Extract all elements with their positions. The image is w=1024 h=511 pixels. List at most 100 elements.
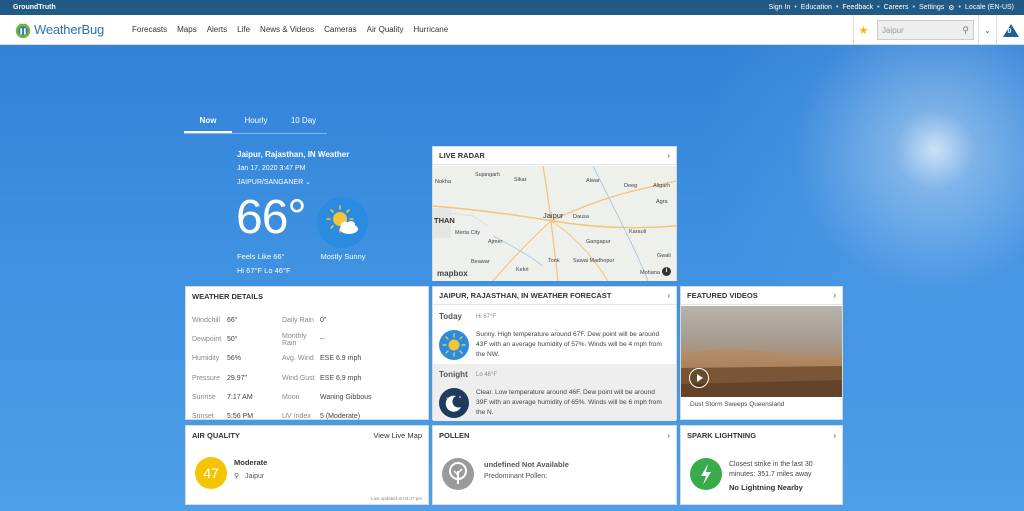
detail-row: Humidity 56% Avg. Wind ESE 6.9 mph: [192, 355, 362, 363]
location-dropdown-chevron-icon[interactable]: ⌄: [978, 15, 996, 45]
card-header: SPARK LIGHTNING ›: [681, 426, 842, 444]
sunny-icon: [439, 330, 469, 360]
mostly-sunny-icon: [317, 197, 368, 248]
sign-in-link[interactable]: Sign In: [769, 4, 791, 11]
live-radar-card[interactable]: LIVE RADAR › Nokha Sujangarh Sikar Alwar…: [432, 146, 677, 281]
alert-triangle-icon: 0: [1002, 23, 1019, 37]
locale-link[interactable]: Locale (EN-US): [965, 4, 1014, 11]
location-pin-icon: ⚲: [234, 473, 240, 480]
radar-map[interactable]: Nokha Sujangarh Sikar Alwar Deeg Aligarh…: [433, 166, 676, 281]
chevron-right-icon[interactable]: ›: [833, 291, 836, 300]
station-selector[interactable]: JAIPUR/SANGANER ⌄: [237, 178, 349, 186]
view-live-map-link[interactable]: View Live Map: [373, 431, 422, 440]
card-header: POLLEN ›: [433, 426, 676, 444]
weather-details-card: WEATHER DETAILS Windchill 66° Daily Rain 0…: [185, 286, 429, 420]
nav-life[interactable]: Life: [237, 25, 250, 34]
forecast-period-today: Today Hi 67°F Sunny. High temperature ar…: [439, 312, 662, 360]
feedback-link[interactable]: Feedback: [842, 4, 873, 11]
nav-cameras[interactable]: Cameras: [324, 25, 356, 34]
info-icon[interactable]: i: [662, 267, 671, 276]
gear-icon[interactable]: ⚙: [948, 4, 954, 12]
video-caption[interactable]: Dust Storm Sweeps Queensland: [690, 401, 784, 408]
card-header: AIR QUALITY View Live Map: [186, 426, 428, 444]
card-header: JAIPUR, RAJASTHAN, IN WEATHER FORECAST ›: [433, 287, 676, 305]
card-title: POLLEN: [439, 430, 470, 440]
nav-maps[interactable]: Maps: [177, 25, 197, 34]
top-strip: GroundTruth Sign In • Education • Feedba…: [0, 0, 1024, 15]
nav-air-quality[interactable]: Air Quality: [367, 25, 404, 34]
current-temperature: 66°: [236, 191, 307, 244]
nav-news-videos[interactable]: News & Videos: [260, 25, 314, 34]
top-links: Sign In • Education • Feedback • Careers…: [768, 4, 1014, 12]
feels-like: Feels Like 66°: [237, 252, 285, 261]
favorite-star-icon[interactable]: ★: [853, 15, 873, 45]
card-title: WEATHER DETAILS: [192, 291, 263, 301]
detail-row: Sunrise 7:17 AM Moon Waning Gibbous: [192, 393, 372, 401]
video-thumbnail[interactable]: [681, 306, 842, 397]
lightning-bolt-icon: [690, 458, 722, 490]
main-nav: WeatherBug Forecasts Maps Alerts Life Ne…: [0, 15, 1024, 45]
featured-videos-card[interactable]: FEATURED VIDEOS › Dust Storm Sweeps Quee…: [680, 286, 843, 420]
clear-night-moon-icon: [439, 388, 469, 418]
observation-datetime: Jan 17, 2020 3:47 PM: [237, 165, 306, 172]
weather-details-grid: Windchill 66° Daily Rain 0" Dewpoint 50° Mo…: [192, 311, 422, 426]
tab-now[interactable]: Now: [184, 116, 232, 133]
careers-link[interactable]: Careers: [884, 4, 909, 11]
last-updated: Last updated at 03:47 pm: [370, 496, 422, 501]
alerts-count: 0: [1007, 27, 1012, 35]
mapbox-logo[interactable]: mapbox: [437, 269, 468, 278]
detail-row: Sunset 5:56 PM UV Index 5 (Moderate): [192, 413, 361, 421]
forecast-tabs: Now Hourly 10 Day: [184, 116, 327, 134]
nav-right: ★ ⚲ ⌄ 0: [853, 15, 1024, 45]
weatherbug-logo[interactable]: WeatherBug: [14, 21, 126, 39]
pollen-status: undefined Not Available: [484, 460, 569, 469]
chevron-right-icon[interactable]: ›: [667, 291, 670, 300]
alerts-button[interactable]: 0: [996, 15, 1024, 45]
detail-row: Dewpoint 50° Monthly Rain --: [192, 332, 325, 347]
settings-link[interactable]: Settings: [919, 4, 944, 11]
card-title: FEATURED VIDEOS: [687, 291, 758, 300]
card-header: LIVE RADAR ›: [433, 147, 676, 165]
predominant-pollen: Predominant Pollen:: [484, 473, 548, 480]
chevron-down-icon: ⌄: [305, 179, 311, 186]
groundtruth-brand[interactable]: GroundTruth: [13, 4, 56, 11]
search-icon[interactable]: ⚲: [962, 25, 969, 36]
forecast-period-tonight: Tonight Lo 46°F Clear. Low temperature a…: [433, 364, 676, 421]
pollen-card[interactable]: POLLEN › undefined Not Available Predomi…: [432, 425, 677, 505]
current-conditions: Jaipur, Rajasthan, IN Weather Jan 17, 20…: [236, 150, 350, 275]
closest-strike: Closest strike in the last 30 minutes: 3…: [729, 461, 813, 478]
nav-forecasts[interactable]: Forecasts: [132, 25, 167, 34]
card-title: JAIPUR, RAJASTHAN, IN WEATHER FORECAST: [439, 291, 612, 300]
tab-10-day[interactable]: 10 Day: [280, 116, 327, 133]
nav-hurricane[interactable]: Hurricane: [414, 25, 449, 34]
condition-label: Mostly Sunny: [320, 252, 366, 261]
air-quality-card[interactable]: AIR QUALITY View Live Map 47 Moderate ⚲ …: [185, 425, 429, 505]
detail-row: Windchill 66° Daily Rain 0": [192, 317, 327, 325]
play-icon[interactable]: [689, 368, 709, 388]
hi-lo: Hi 67°F Lo 46°F: [237, 266, 291, 275]
card-header: WEATHER DETAILS: [186, 287, 428, 305]
nav-alerts[interactable]: Alerts: [207, 25, 227, 34]
spark-lightning-card[interactable]: SPARK LIGHTNING › Closest strike in the …: [680, 425, 843, 505]
search-input[interactable]: [882, 25, 952, 35]
nav-items: Forecasts Maps Alerts Life News & Videos…: [132, 25, 458, 34]
location-title: Jaipur, Rajasthan, IN Weather: [237, 150, 350, 159]
aqi-value: 47: [195, 457, 227, 489]
card-title: LIVE RADAR: [439, 151, 485, 160]
pollen-tree-icon: [442, 458, 474, 490]
lightning-status: No Lightning Nearby: [729, 483, 803, 492]
chevron-right-icon[interactable]: ›: [667, 151, 670, 160]
aqi-level: Moderate: [234, 458, 268, 467]
card-header: FEATURED VIDEOS ›: [681, 287, 842, 305]
chevron-right-icon[interactable]: ›: [667, 431, 670, 440]
tab-hourly[interactable]: Hourly: [232, 116, 280, 133]
forecast-card[interactable]: JAIPUR, RAJASTHAN, IN WEATHER FORECAST ›…: [432, 286, 677, 421]
aqi-location: ⚲ Jaipur: [234, 472, 265, 481]
education-link[interactable]: Education: [801, 4, 832, 11]
detail-row: Pressure 29.97" Wind Gust ESE 6.9 mph: [192, 374, 362, 382]
search-box: ⚲: [877, 20, 974, 40]
card-title: SPARK LIGHTNING: [687, 430, 757, 440]
chevron-right-icon[interactable]: ›: [833, 431, 836, 440]
bug-logo-icon: [15, 22, 31, 38]
logo-text: WeatherBug: [34, 22, 105, 37]
